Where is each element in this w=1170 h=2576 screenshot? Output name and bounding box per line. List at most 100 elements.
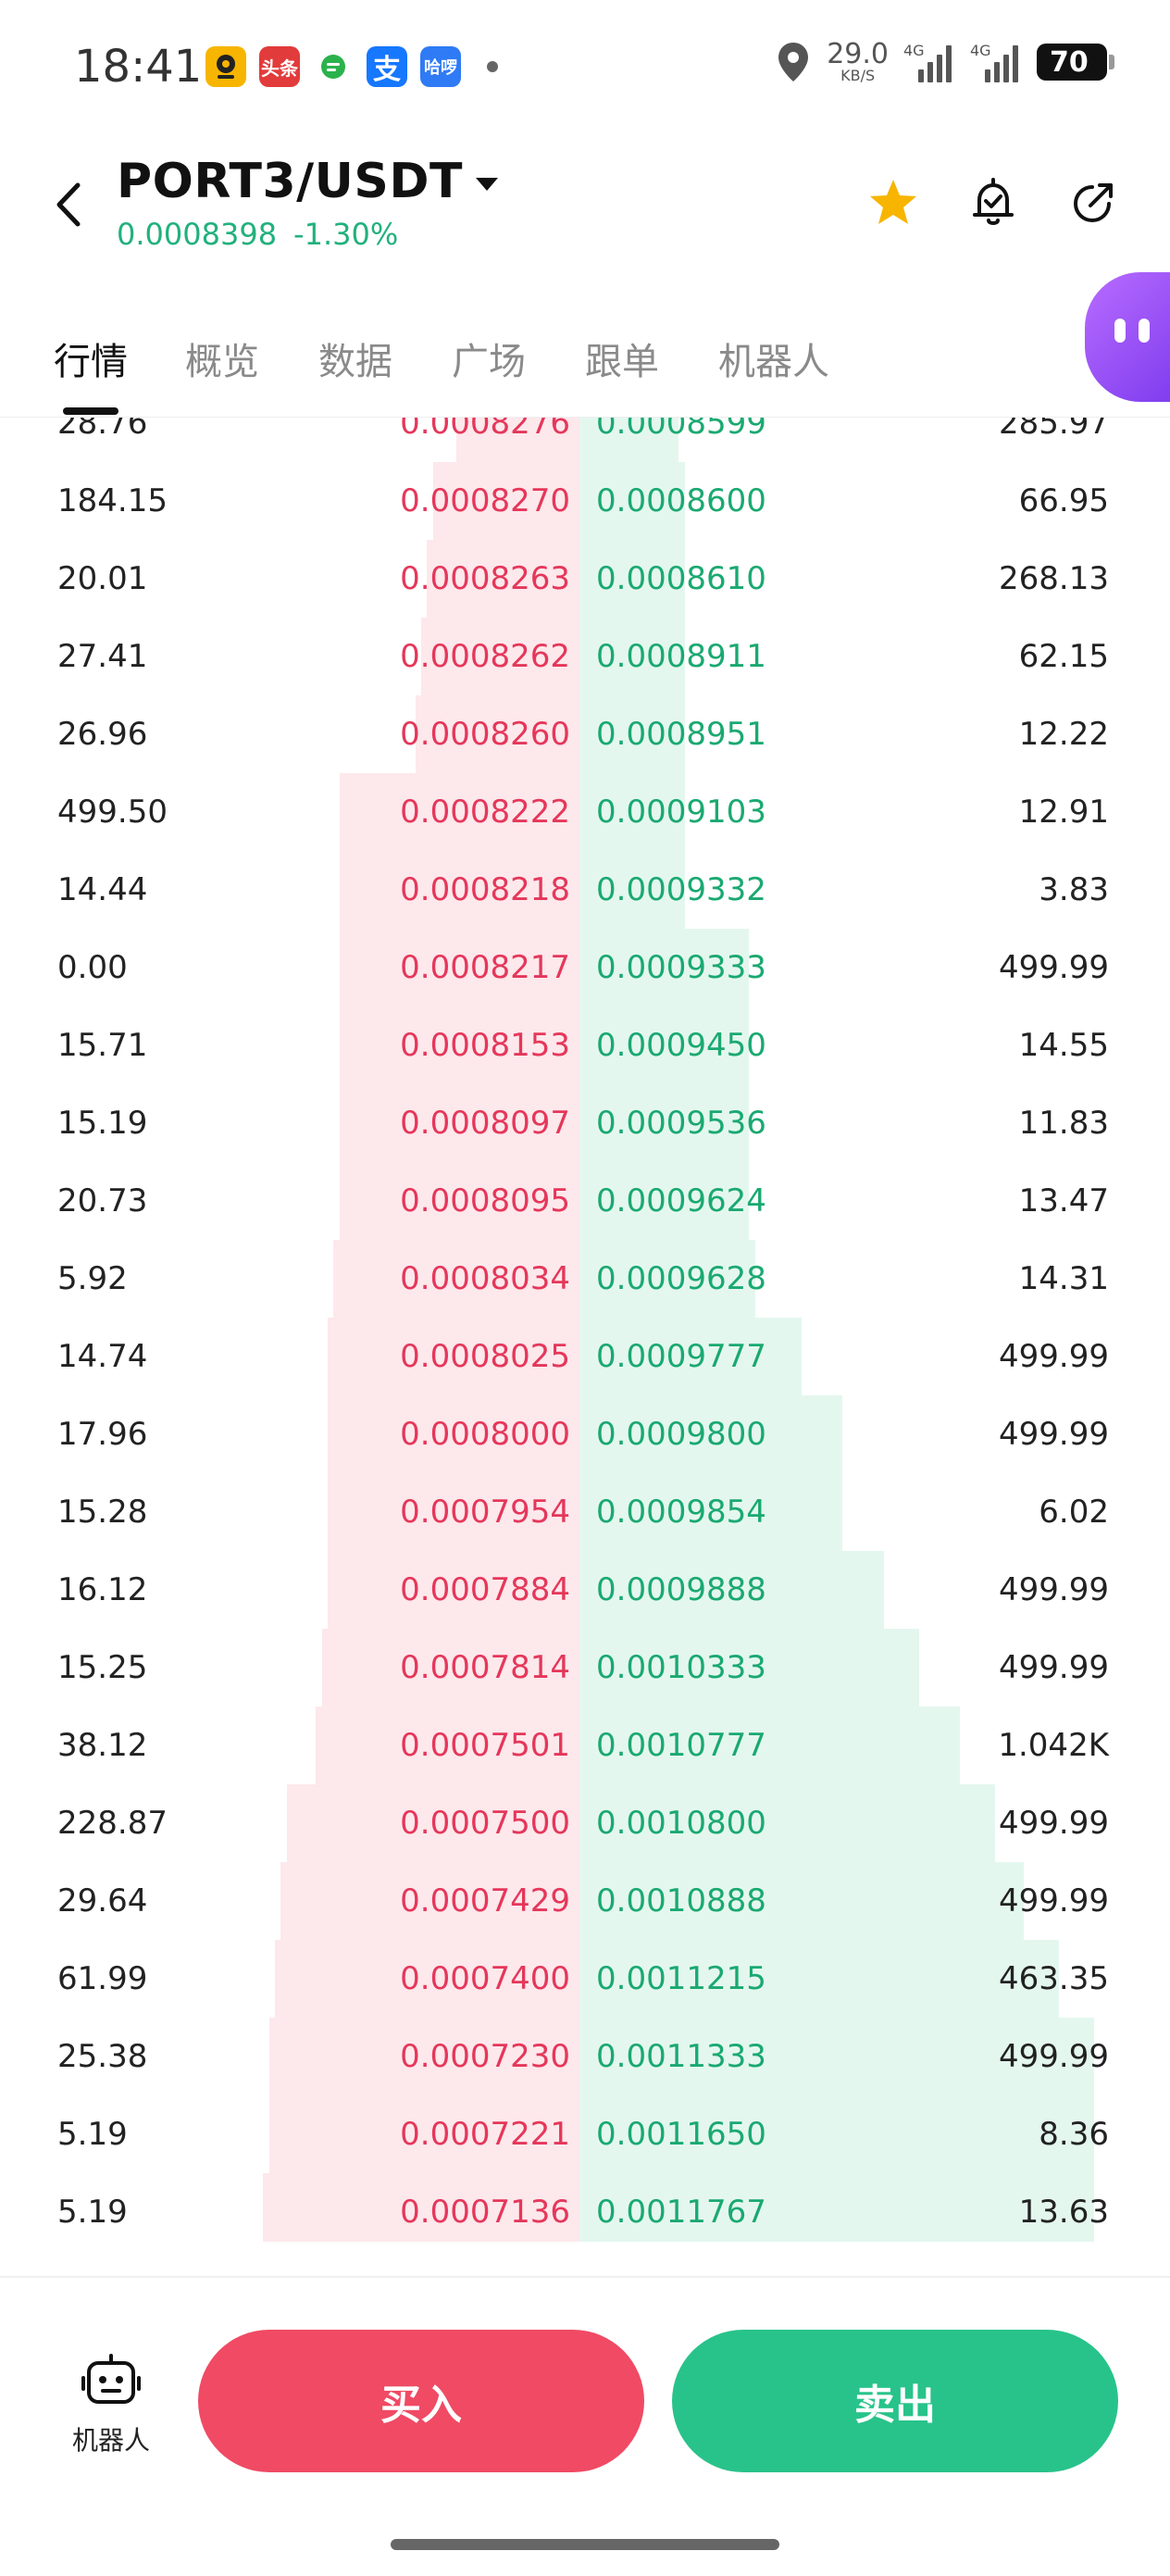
price-summary: 0.0008398 -1.30% [117,217,398,252]
order-book-row[interactable]: 15.25 0.0007814 0.0010333 499.99 [0,1629,1170,1707]
location-icon [778,43,809,81]
ask-amount: 499.99 [999,1882,1109,1919]
order-book-row[interactable]: 61.99 0.0007400 0.0011215 463.35 [0,1940,1170,2018]
order-book-row[interactable]: 499.50 0.0008222 0.0009103 12.91 [0,773,1170,851]
order-book-row[interactable]: 228.87 0.0007500 0.0010800 499.99 [0,1784,1170,1862]
order-book-row[interactable]: 5.92 0.0008034 0.0009628 14.31 [0,1240,1170,1318]
ask-price: 0.0009777 [596,1338,766,1375]
order-book-row[interactable]: 0.00 0.0008217 0.0009333 499.99 [0,929,1170,1007]
ask-price: 0.0010333 [596,1649,766,1686]
tab-data[interactable]: 数据 [318,331,392,385]
tab-bot[interactable]: 机器人 [718,331,829,385]
bid-price: 0.0008034 [400,1260,570,1297]
last-price: 0.0008398 [117,217,278,252]
ask-price: 0.0009628 [596,1260,766,1297]
order-book-row[interactable]: 5.19 0.0007221 0.0011650 8.36 [0,2095,1170,2173]
order-book-row[interactable]: 15.71 0.0008153 0.0009450 14.55 [0,1007,1170,1084]
order-book-row[interactable]: 26.96 0.0008260 0.0008951 12.22 [0,695,1170,773]
pair-header: PORT3/USDT 0.0008398 -1.30% [0,139,1170,278]
bid-amount: 5.19 [57,2116,128,2153]
ask-amount: 499.99 [999,1571,1109,1608]
order-book-row[interactable]: 16.12 0.0007884 0.0009888 499.99 [0,1551,1170,1629]
pair-name: PORT3/USDT [117,154,463,209]
ask-price: 0.0010888 [596,1882,766,1919]
bid-amount: 15.71 [57,1027,148,1064]
floating-assistant-button[interactable] [1085,272,1170,402]
bid-amount: 17.96 [57,1416,148,1453]
bid-price: 0.0008097 [400,1105,570,1142]
bid-amount: 15.19 [57,1105,148,1142]
bid-price: 0.0007501 [400,1727,570,1764]
share-icon [1073,183,1113,223]
bid-price: 0.0007884 [400,1571,570,1608]
buy-button[interactable]: 买入 [198,2330,644,2472]
order-book-row[interactable]: 28.76 0.0008276 0.0008599 285.97 [0,417,1170,462]
bid-amount: 14.44 [57,871,148,908]
status-indicators: 29.0 KB/S 4G 4G 70 [775,38,1114,83]
order-book-row[interactable]: 184.15 0.0008270 0.0008600 66.95 [0,462,1170,540]
order-book-row[interactable]: 27.41 0.0008262 0.0008911 62.15 [0,618,1170,695]
bid-amount: 61.99 [57,1960,148,1997]
robot-button[interactable]: 机器人 [65,2352,157,2457]
ask-price: 0.0011215 [596,1960,766,1997]
bid-price: 0.0008276 [400,417,570,442]
ask-price: 0.0009888 [596,1571,766,1608]
ask-amount: 499.99 [999,1338,1109,1375]
back-button[interactable] [46,172,93,237]
signal-icon: 4G [903,42,955,82]
tab-square[interactable]: 广场 [452,331,526,385]
ask-price: 0.0008599 [596,417,766,442]
ask-price: 0.0009536 [596,1105,766,1142]
price-alert-button[interactable] [966,176,1020,230]
amap-icon [205,46,246,87]
order-book-row[interactable]: 17.96 0.0008000 0.0009800 499.99 [0,1395,1170,1473]
network-speed-value: 29.0 [827,38,889,70]
order-book-row[interactable]: 38.12 0.0007501 0.0010777 1.042K [0,1707,1170,1784]
ask-amount: 13.47 [1018,1182,1109,1219]
star-icon [870,180,916,224]
ask-amount: 13.63 [1018,2194,1109,2231]
bid-price: 0.0008095 [400,1182,570,1219]
order-book-row[interactable]: 20.73 0.0008095 0.0009624 13.47 [0,1162,1170,1240]
favorite-button[interactable] [866,176,920,230]
order-book-row[interactable]: 15.19 0.0008097 0.0009536 11.83 [0,1084,1170,1162]
ask-price: 0.0010800 [596,1805,766,1842]
bid-amount: 5.92 [57,1260,128,1297]
ask-price: 0.0009624 [596,1182,766,1219]
ask-price: 0.0008600 [596,482,766,519]
tab-copy-trading[interactable]: 跟单 [585,331,659,385]
order-book: 28.76 0.0008276 0.0008599 285.97 184.15 0.000… [0,417,1170,2242]
pair-selector[interactable]: PORT3/USDT [117,154,498,209]
sell-button[interactable]: 卖出 [672,2330,1118,2472]
assistant-eye-icon [1114,319,1126,343]
order-book-row[interactable]: 29.64 0.0007429 0.0010888 499.99 [0,1862,1170,1940]
tab-market[interactable]: 行情 [54,331,128,385]
order-book-row[interactable]: 14.74 0.0008025 0.0009777 499.99 [0,1318,1170,1395]
bid-amount: 14.74 [57,1338,148,1375]
order-book-row[interactable]: 20.01 0.0008263 0.0008610 268.13 [0,540,1170,618]
robot-label: 机器人 [71,2425,150,2456]
active-tab-indicator [63,407,118,415]
share-button[interactable] [1066,176,1120,230]
tab-overview[interactable]: 概览 [185,331,259,385]
ask-price: 0.0009103 [596,794,766,831]
order-book-row[interactable]: 5.19 0.0007136 0.0011767 13.63 [0,2173,1170,2242]
bid-amount: 26.96 [57,716,148,753]
ask-amount: 499.99 [999,1649,1109,1686]
notification-app-icons: 头条 支 哈啰 [205,46,498,87]
ask-amount: 499.99 [999,1805,1109,1842]
order-book-row[interactable]: 14.44 0.0008218 0.0009332 3.83 [0,851,1170,929]
home-indicator[interactable] [391,2539,779,2550]
order-book-row[interactable]: 15.28 0.0007954 0.0009854 6.02 [0,1473,1170,1551]
order-book-row[interactable]: 25.38 0.0007230 0.0011333 499.99 [0,2018,1170,2095]
bid-amount: 15.28 [57,1494,148,1531]
robot-icon [81,2354,141,2404]
bid-amount: 5.19 [57,2194,128,2231]
bid-price: 0.0008217 [400,949,570,986]
ask-price: 0.0009333 [596,949,766,986]
ask-amount: 463.35 [999,1960,1109,1997]
signal-icon-2: 4G [970,42,1022,82]
ask-price: 0.0011767 [596,2194,766,2231]
caret-down-icon [475,178,498,191]
bid-amount: 184.15 [57,482,168,519]
